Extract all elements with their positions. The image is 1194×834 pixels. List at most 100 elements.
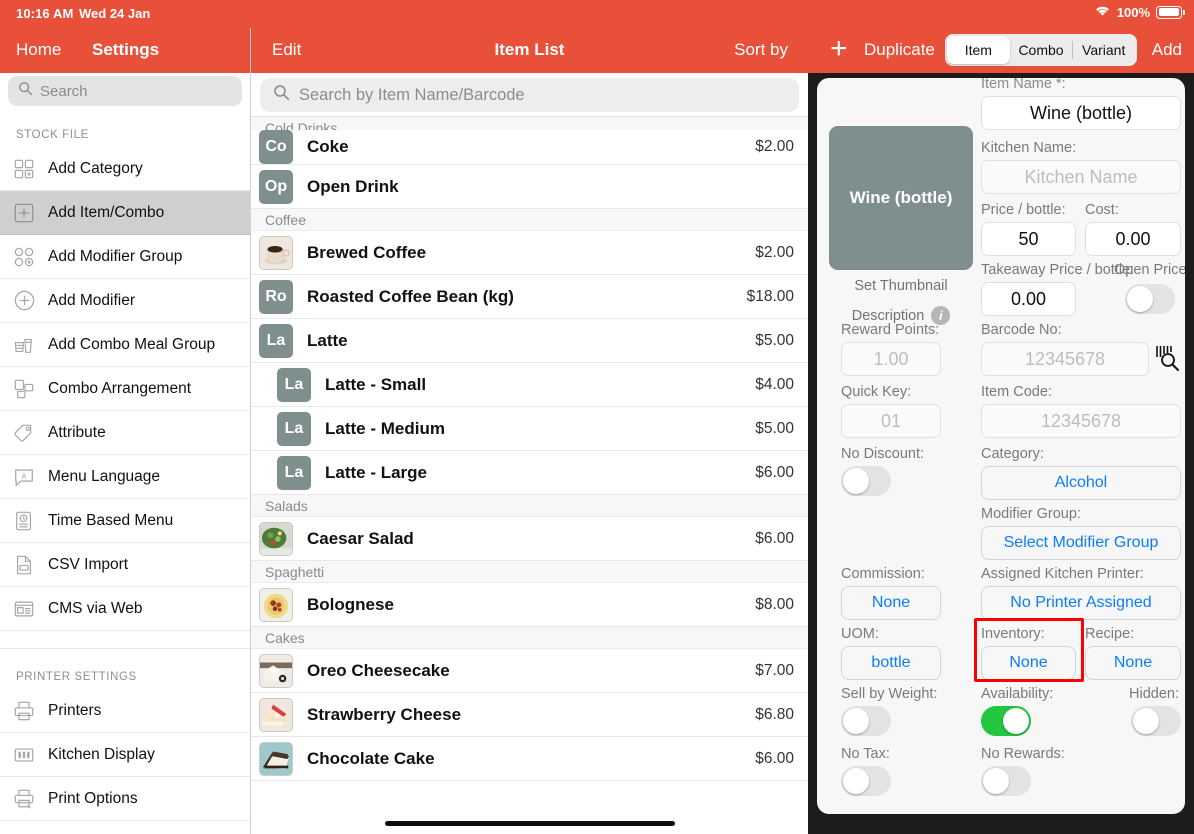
- item-price: $6.80: [755, 705, 794, 723]
- sidebar-item-combo-arrangement[interactable]: Combo Arrangement: [0, 367, 250, 411]
- sidebar-search-input[interactable]: Search: [8, 76, 242, 106]
- item-search-wrap: Search by Item Name/Barcode: [251, 73, 808, 117]
- home-indicator: [384, 821, 675, 826]
- add-category-icon: [12, 157, 36, 181]
- takeaway-price-field[interactable]: 0.00: [981, 282, 1076, 316]
- item-price: $5.00: [755, 331, 794, 349]
- sort-by-button[interactable]: Sort by: [734, 40, 788, 60]
- duplicate-button[interactable]: Duplicate: [864, 40, 935, 60]
- item-price: $2.00: [755, 138, 794, 155]
- sidebar-item-attribute[interactable]: Attribute: [0, 411, 250, 455]
- item-list[interactable]: Cold Drinks Co Coke $2.00 Op Open Drink …: [251, 117, 808, 834]
- sidebar-item-label: Combo Arrangement: [48, 379, 192, 397]
- list-item[interactable]: Bolognese $8.00: [251, 583, 808, 627]
- barcode-scan-icon[interactable]: [1155, 344, 1181, 377]
- no-tax-toggle[interactable]: [841, 766, 891, 796]
- item-thumbnail: [259, 741, 293, 776]
- sidebar-item-add-modifier-group[interactable]: Add Modifier Group: [0, 235, 250, 279]
- no-rewards-toggle[interactable]: [981, 766, 1031, 796]
- item-name: Open Drink: [307, 176, 399, 196]
- tab-variant[interactable]: Variant: [1072, 36, 1135, 64]
- item-code-field[interactable]: 12345678: [981, 404, 1181, 438]
- no-rewards-label: No Rewards:: [981, 746, 1065, 762]
- sidebar-item-label: Add Item/Combo: [48, 203, 165, 221]
- no-discount-toggle[interactable]: [841, 466, 891, 496]
- plus-icon[interactable]: +: [830, 34, 848, 64]
- sidebar-item-add-combo-meal-group[interactable]: Add Combo Meal Group: [0, 323, 250, 367]
- cost-field[interactable]: 0.00: [1085, 222, 1181, 256]
- kitchen-printer-label: Assigned Kitchen Printer:: [981, 566, 1144, 582]
- open-price-toggle[interactable]: [1125, 284, 1175, 314]
- thumbnail-preview[interactable]: Wine (bottle): [829, 126, 973, 270]
- kitchen-printer-field[interactable]: No Printer Assigned: [981, 586, 1181, 620]
- list-item[interactable]: La Latte - Small $4.00: [251, 363, 808, 407]
- item-search-input[interactable]: Search by Item Name/Barcode: [260, 78, 799, 112]
- sidebar-item-cms-via-web[interactable]: CMS via Web: [0, 587, 250, 631]
- kitchen-name-field[interactable]: Kitchen Name: [981, 160, 1181, 194]
- sidebar-item-label: Add Combo Meal Group: [48, 335, 216, 353]
- add-modifier-group-icon: [12, 245, 36, 269]
- barcode-label: Barcode No:: [981, 322, 1062, 338]
- list-item[interactable]: Caesar Salad $6.00: [251, 517, 808, 561]
- open-price-label: Open Price:: [1114, 262, 1185, 278]
- sidebar-item-label: Add Modifier: [48, 291, 136, 309]
- tab-item[interactable]: Item: [947, 36, 1010, 64]
- sidebar-item-menu-language[interactable]: A Menu Language: [0, 455, 250, 499]
- item-thumbnail: Co: [259, 130, 293, 164]
- sell-by-weight-toggle[interactable]: [841, 706, 891, 736]
- sidebar-item-printers[interactable]: Printers: [0, 689, 250, 733]
- set-thumbnail-button[interactable]: Set Thumbnail: [829, 278, 973, 294]
- type-segmented-control[interactable]: Item Combo Variant: [945, 34, 1137, 66]
- sidebar-item-add-item-combo[interactable]: Add Item/Combo: [0, 191, 250, 235]
- quick-key-field[interactable]: 01: [841, 404, 941, 438]
- sidebar-item-label: Time Based Menu: [48, 511, 174, 529]
- kitchen-display-icon: [12, 743, 36, 767]
- modifier-group-field[interactable]: Select Modifier Group: [981, 526, 1181, 560]
- sidebar-item-label: Kitchen Display: [48, 745, 155, 763]
- recipe-field[interactable]: None: [1085, 646, 1181, 680]
- list-item[interactable]: Brewed Coffee $2.00: [251, 231, 808, 275]
- item-name-field[interactable]: Wine (bottle): [981, 96, 1181, 130]
- wifi-icon: [1094, 4, 1111, 20]
- sidebar-item-time-based-menu[interactable]: Time Based Menu: [0, 499, 250, 543]
- sidebar-item-print-options[interactable]: Print Options: [0, 777, 250, 821]
- sidebar-item-add-modifier[interactable]: Add Modifier: [0, 279, 250, 323]
- category-label: Category:: [981, 446, 1044, 462]
- inventory-field[interactable]: None: [981, 646, 1076, 680]
- item-name-label: Item Name *:: [981, 78, 1066, 92]
- item-name: Brewed Coffee: [307, 242, 427, 262]
- commission-field[interactable]: None: [841, 586, 941, 620]
- item-price: $18.00: [746, 287, 794, 305]
- category-field[interactable]: Alcohol: [981, 466, 1181, 500]
- sidebar-menu[interactable]: STOCK FILE Add Category Add Item/Combo A…: [0, 109, 250, 834]
- availability-toggle[interactable]: [981, 706, 1031, 736]
- recipe-label: Recipe:: [1085, 626, 1135, 642]
- list-item[interactable]: Co Coke $2.00: [251, 130, 808, 165]
- price-field[interactable]: 50: [981, 222, 1076, 256]
- sidebar-item-label: Print Options: [48, 789, 138, 807]
- add-modifier-icon: [12, 289, 36, 313]
- sidebar-item-add-category[interactable]: Add Category: [0, 147, 250, 191]
- sidebar-item-kitchen-display[interactable]: Kitchen Display: [0, 733, 250, 777]
- list-item[interactable]: La Latte $5.00: [251, 319, 808, 363]
- list-item[interactable]: Strawberry Cheese $6.80: [251, 693, 808, 737]
- uom-field[interactable]: bottle: [841, 646, 941, 680]
- reward-points-field[interactable]: 1.00: [841, 342, 941, 376]
- sidebar-item-csv-import[interactable]: CSV Import: [0, 543, 250, 587]
- home-button[interactable]: Home: [16, 40, 61, 60]
- group-header: Spaghetti: [251, 561, 808, 583]
- list-item[interactable]: Oreo Cheesecake $7.00: [251, 649, 808, 693]
- list-item[interactable]: Op Open Drink: [251, 165, 808, 209]
- uom-label: UOM:: [841, 626, 879, 642]
- list-item[interactable]: Chocolate Cake $6.00: [251, 737, 808, 781]
- barcode-field[interactable]: 12345678: [981, 342, 1149, 376]
- left-sidebar: Home Settings Search STOCK FILE Add Cate…: [0, 28, 250, 834]
- add-button[interactable]: Add: [1152, 40, 1182, 60]
- hidden-toggle[interactable]: [1131, 706, 1181, 736]
- list-item[interactable]: Ro Roasted Coffee Bean (kg) $18.00: [251, 275, 808, 319]
- list-item[interactable]: La Latte - Large $6.00: [251, 451, 808, 495]
- item-price: $6.00: [755, 529, 794, 547]
- tab-combo[interactable]: Combo: [1010, 36, 1073, 64]
- list-item[interactable]: La Latte - Medium $5.00: [251, 407, 808, 451]
- printer-icon: [12, 699, 36, 723]
